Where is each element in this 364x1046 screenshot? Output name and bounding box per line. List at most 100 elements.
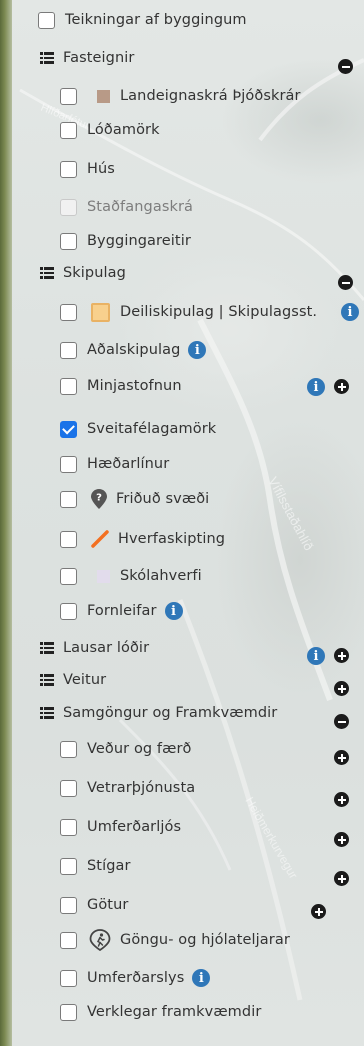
layer-label: Byggingareitir [87, 233, 191, 249]
checkbox[interactable] [60, 377, 77, 395]
checkbox[interactable] [60, 455, 77, 473]
question-marker-icon: ? [91, 489, 107, 509]
layer-sveitafelagamork[interactable]: Sveitafélagamörk [60, 417, 364, 441]
list-icon [40, 674, 54, 686]
group-samgongur[interactable]: Samgöngur og Framkvæmdir [40, 701, 364, 725]
layer-umferdarljos[interactable]: Umferðarljós [60, 815, 364, 839]
checkbox[interactable] [60, 818, 77, 836]
expand-veitur-button[interactable] [334, 681, 349, 696]
checkbox[interactable] [60, 87, 77, 105]
checkbox[interactable] [60, 160, 77, 178]
layer-label: Minjastofnun [87, 378, 182, 394]
layer-umferdarslys[interactable]: Umferðarslys i [60, 966, 364, 990]
expand-lausar-lodir-button[interactable] [334, 648, 349, 663]
layer-label: Stígar [87, 858, 131, 874]
expand-stigar-button[interactable] [334, 871, 349, 886]
layer-byggingareitir[interactable]: Byggingareitir [60, 229, 364, 253]
layer-haedarlinur[interactable]: Hæðarlínur [60, 452, 364, 476]
checkbox[interactable] [60, 740, 77, 758]
collapse-fasteignir-button[interactable] [338, 59, 353, 74]
landeign-swatch-icon [97, 89, 110, 103]
checkbox[interactable] [60, 232, 77, 250]
info-icon[interactable]: i [341, 303, 359, 321]
checkbox[interactable] [60, 303, 77, 321]
checkbox[interactable] [60, 857, 77, 875]
layer-label: Teikningar af byggingum [65, 12, 247, 28]
group-fasteignir[interactable]: Fasteignir [40, 46, 364, 70]
layer-landeign[interactable]: Landeignaskrá Þjóðskrár [60, 84, 364, 108]
info-icon[interactable]: i [192, 969, 211, 987]
layer-stadfang: Staðfangaskrá [60, 195, 364, 219]
checkbox[interactable] [60, 969, 77, 987]
list-icon [40, 267, 54, 279]
layer-hus[interactable]: Hús [60, 157, 364, 181]
checkbox[interactable] [60, 779, 77, 797]
group-skipulag[interactable]: Skipulag [40, 261, 364, 285]
layer-verklegar[interactable]: Verklegar framkvæmdir [60, 1000, 364, 1024]
layer-label: Umferðarljós [87, 819, 182, 835]
group-label: Veitur [63, 672, 107, 688]
layer-label: Deiliskipulag | Skipulagsst. [120, 304, 318, 320]
layer-label: Landeignaskrá Þjóðskrár [120, 88, 301, 104]
layer-label: Hæðarlínur [87, 456, 170, 472]
layer-panel: Teikningar af byggingum Fasteignir Lande… [0, 0, 364, 1046]
layer-teikningar[interactable]: Teikningar af byggingum [38, 8, 364, 32]
checkbox-disabled [60, 198, 77, 216]
checkbox[interactable] [60, 602, 77, 620]
layer-label: Friðuð svæði [116, 491, 210, 507]
layer-label: Götur [87, 897, 129, 913]
layer-stigar[interactable]: Stígar [60, 854, 364, 878]
info-icon[interactable]: i [164, 602, 183, 620]
list-icon [40, 52, 54, 64]
layer-label: Skólahverfi [120, 568, 202, 584]
layer-label: Aðalskipulag [87, 342, 181, 358]
checkbox[interactable] [38, 11, 55, 29]
layer-gongu[interactable]: Göngu- og hjólateljarar [60, 928, 364, 952]
layer-vetrar[interactable]: Vetrarþjónusta [60, 776, 364, 800]
checkbox[interactable] [60, 121, 77, 139]
layer-label: Verklegar framkvæmdir [87, 1004, 262, 1020]
layer-vedur[interactable]: Veður og færð [60, 737, 364, 761]
layer-label: Lóðamörk [87, 122, 160, 138]
info-icon[interactable]: i [307, 647, 325, 665]
checkbox[interactable] [60, 530, 77, 548]
layer-label: Hús [87, 161, 115, 177]
info-icon[interactable]: i [307, 378, 325, 396]
pedestrian-marker-icon [89, 929, 111, 951]
checkbox[interactable] [60, 567, 77, 585]
layer-fridud[interactable]: ? Friðuð svæði [60, 487, 364, 511]
group-veitur[interactable]: Veitur [40, 668, 364, 692]
expand-gotur-button[interactable] [311, 904, 326, 919]
layer-label: Staðfangaskrá [87, 199, 194, 215]
layer-deiliskipulag[interactable]: Deiliskipulag | Skipulagsst. [60, 300, 364, 324]
layer-skolahverfi[interactable]: Skólahverfi [60, 564, 364, 588]
collapse-skipulag-button[interactable] [338, 275, 353, 290]
skolahverfi-swatch-icon [97, 569, 110, 583]
checkbox[interactable] [60, 931, 77, 949]
list-icon [40, 642, 54, 654]
layer-label: Göngu- og hjólateljarar [120, 932, 290, 948]
checkbox[interactable] [60, 1003, 77, 1021]
layer-label: Hverfaskipting [118, 531, 226, 547]
checkbox-checked[interactable] [60, 420, 77, 438]
layer-label: Fornleifar [87, 603, 157, 619]
svg-text:?: ? [96, 493, 102, 504]
group-label: Samgöngur og Framkvæmdir [63, 705, 278, 721]
checkbox[interactable] [60, 490, 77, 508]
checkbox[interactable] [60, 341, 77, 359]
group-label: Lausar lóðir [63, 640, 150, 656]
layer-label: Umferðarslys [87, 970, 185, 986]
collapse-samgongur-button[interactable] [334, 714, 349, 729]
expand-vetrar-button[interactable] [334, 792, 349, 807]
expand-umferdarljos-button[interactable] [334, 832, 349, 847]
info-icon[interactable]: i [188, 341, 207, 359]
checkbox[interactable] [60, 896, 77, 914]
layer-label: Vetrarþjónusta [87, 780, 196, 796]
expand-minjastofnun-button[interactable] [334, 379, 349, 394]
layer-hverfaskipting[interactable]: Hverfaskipting [60, 527, 364, 551]
expand-vedur-button[interactable] [334, 750, 349, 765]
layer-lodamork[interactable]: Lóðamörk [60, 118, 364, 142]
layer-adalskipulag[interactable]: Aðalskipulag i [60, 338, 364, 362]
line-stroke-icon [91, 530, 109, 548]
layer-fornleifar[interactable]: Fornleifar i [60, 599, 364, 623]
